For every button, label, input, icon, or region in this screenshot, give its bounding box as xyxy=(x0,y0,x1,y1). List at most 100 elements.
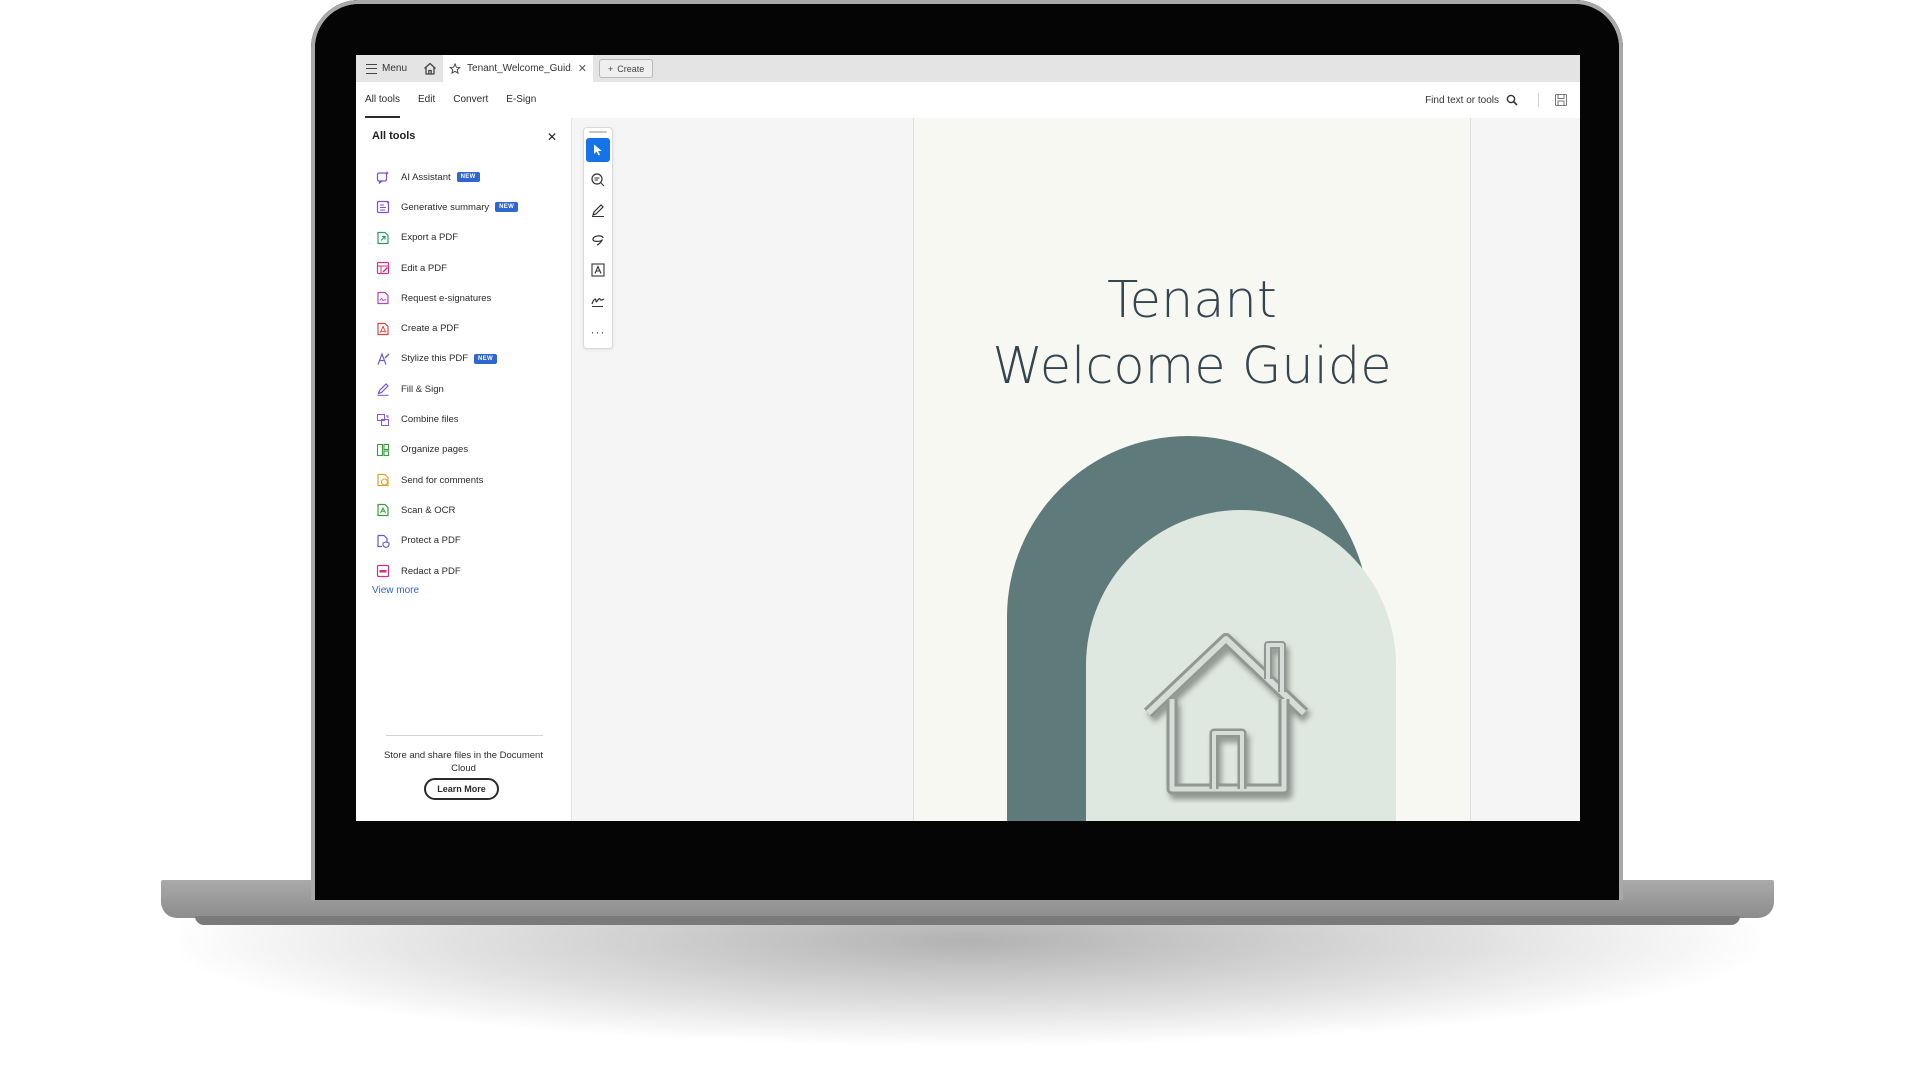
home-icon xyxy=(424,62,436,75)
sign-tool-button[interactable] xyxy=(586,288,610,312)
tool-label: Request e-signatures xyxy=(401,292,492,304)
tool-item-redact-pdf[interactable]: Redact a PDF xyxy=(376,556,566,586)
promo-divider xyxy=(386,735,543,736)
organize-pages-icon xyxy=(376,443,390,457)
tool-label: Redact a PDF xyxy=(401,565,461,577)
save-icon[interactable] xyxy=(1554,93,1568,107)
tab-e-sign[interactable]: E-Sign xyxy=(506,82,536,118)
highlight-tool-button[interactable] xyxy=(586,198,610,222)
fill-sign-tool-icon xyxy=(591,298,605,307)
tool-label: Create a PDF xyxy=(401,323,460,335)
create-pdf-icon xyxy=(376,322,390,336)
new-badge: NEW xyxy=(495,202,519,213)
tool-item-create-pdf[interactable]: Create a PDF xyxy=(376,313,566,343)
tool-label: Edit a PDF xyxy=(401,262,447,274)
stylize-pdf-icon xyxy=(376,352,390,366)
hamburger-icon xyxy=(366,63,377,74)
create-label: Create xyxy=(617,63,645,74)
tool-label: Scan & OCR xyxy=(401,504,456,516)
toolbar-grip[interactable] xyxy=(589,131,607,133)
create-button[interactable]: + Create xyxy=(599,59,654,78)
menu-divider xyxy=(1538,93,1539,107)
send-comments-icon xyxy=(376,473,390,487)
tool-label: Organize pages xyxy=(401,444,469,456)
tool-label: Fill & Sign xyxy=(401,383,444,395)
new-badge: NEW xyxy=(474,353,497,364)
laptop-shadow xyxy=(180,915,1760,1045)
tool-item-protect-pdf[interactable]: Protect a PDF xyxy=(376,526,566,556)
find-text-tools[interactable]: Find text or tools xyxy=(1425,82,1518,118)
text-tool-button[interactable] xyxy=(586,258,610,282)
tool-item-ai-assistant[interactable]: AI Assistant NEW xyxy=(376,162,566,192)
panel-title: All tools xyxy=(372,130,416,142)
combine-files-icon xyxy=(376,413,390,427)
menu-button[interactable]: Menu xyxy=(356,55,417,82)
app-window: Menu Tenant_Welcome_Guid... ✕ + Create A… xyxy=(356,55,1580,821)
tool-label: Protect a PDF xyxy=(401,535,461,547)
pdf-page: Tenant Welcome Guide xyxy=(913,118,1471,821)
edit-pdf-icon xyxy=(376,261,390,275)
highlight-pen-icon xyxy=(592,204,604,217)
search-icon xyxy=(1506,94,1518,106)
tool-item-scan-ocr[interactable]: Scan & OCR xyxy=(376,495,566,525)
document-tab-title: Tenant_Welcome_Guid... xyxy=(467,63,572,74)
close-panel-icon[interactable]: ✕ xyxy=(547,130,557,144)
tool-item-combine-files[interactable]: Combine files xyxy=(376,404,566,434)
text-box-icon xyxy=(591,263,605,277)
tool-item-export-pdf[interactable]: Export a PDF xyxy=(376,223,566,253)
tab-edit[interactable]: Edit xyxy=(418,82,435,118)
menu-tabs: All tools Edit Convert E-Sign xyxy=(365,82,554,118)
tool-label: Stylize this PDF xyxy=(401,353,469,365)
laptop-base-lip xyxy=(195,916,1740,925)
tool-label: AI Assistant xyxy=(401,171,451,183)
menu-label: Menu xyxy=(382,63,408,74)
find-label: Find text or tools xyxy=(1425,94,1499,106)
document-title-line1: Tenant xyxy=(1107,271,1277,330)
quick-tools-bar: ··· xyxy=(583,127,613,349)
document-tab[interactable]: Tenant_Welcome_Guid... ✕ xyxy=(443,55,594,82)
house-icon xyxy=(1143,633,1309,795)
tool-item-generative-summary[interactable]: Generative summary NEW xyxy=(376,192,566,222)
tool-label: Generative summary xyxy=(401,201,490,213)
tool-item-fill-sign[interactable]: Fill & Sign xyxy=(376,374,566,404)
document-title-line2: Welcome Guide xyxy=(992,337,1392,396)
select-cursor-icon xyxy=(594,144,602,156)
close-tab-icon[interactable]: ✕ xyxy=(578,62,587,75)
generative-summary-icon xyxy=(376,200,390,214)
all-tools-panel: All tools ✕ AI Assistant NEW Generative su… xyxy=(356,118,572,821)
learn-more-button[interactable]: Learn More xyxy=(424,778,499,800)
protect-pdf-icon xyxy=(376,534,390,548)
document-title: Tenant Welcome Guide xyxy=(914,268,1470,400)
tool-label: Combine files xyxy=(401,414,459,426)
tool-item-send-comments[interactable]: Send for comments xyxy=(376,465,566,495)
draw-tool-button[interactable] xyxy=(586,228,610,252)
tool-item-organize-pages[interactable]: Organize pages xyxy=(376,435,566,465)
plus-icon: + xyxy=(608,63,614,74)
tool-label: Send for comments xyxy=(401,474,484,486)
add-comment-icon xyxy=(591,173,605,187)
export-pdf-icon xyxy=(376,231,390,245)
document-viewport[interactable]: ··· Tenant Welcome Guide xyxy=(572,118,1580,821)
menu-bar: All tools Edit Convert E-Sign Find text … xyxy=(356,82,1580,119)
scan-ocr-icon xyxy=(376,503,390,517)
tab-bar: Menu Tenant_Welcome_Guid... ✕ + Create xyxy=(356,55,1580,82)
tab-all-tools[interactable]: All tools xyxy=(365,82,401,118)
promo-text: Store and share files in the Document Cl… xyxy=(384,750,543,774)
redact-pdf-icon xyxy=(376,564,390,578)
tool-label: Export a PDF xyxy=(401,232,459,244)
comment-tool-button[interactable] xyxy=(586,168,610,192)
tool-item-stylize-pdf[interactable]: Stylize this PDF NEW xyxy=(376,344,566,374)
home-button[interactable] xyxy=(417,55,443,82)
select-tool-button[interactable] xyxy=(586,138,610,162)
star-icon[interactable] xyxy=(449,62,462,75)
tool-item-edit-pdf[interactable]: Edit a PDF xyxy=(376,253,566,283)
new-badge: NEW xyxy=(456,172,480,183)
view-more-link[interactable]: View more xyxy=(372,585,419,596)
tool-item-request-esignatures[interactable]: Request e-signatures xyxy=(376,283,566,313)
ai-assistant-icon xyxy=(376,170,390,185)
tab-convert[interactable]: Convert xyxy=(453,82,488,118)
tool-list: AI Assistant NEW Generative summary NEW Expo… xyxy=(376,162,566,586)
fill-sign-icon xyxy=(376,382,390,397)
request-esignatures-icon xyxy=(376,291,390,305)
more-tools-icon[interactable]: ··· xyxy=(584,325,612,339)
